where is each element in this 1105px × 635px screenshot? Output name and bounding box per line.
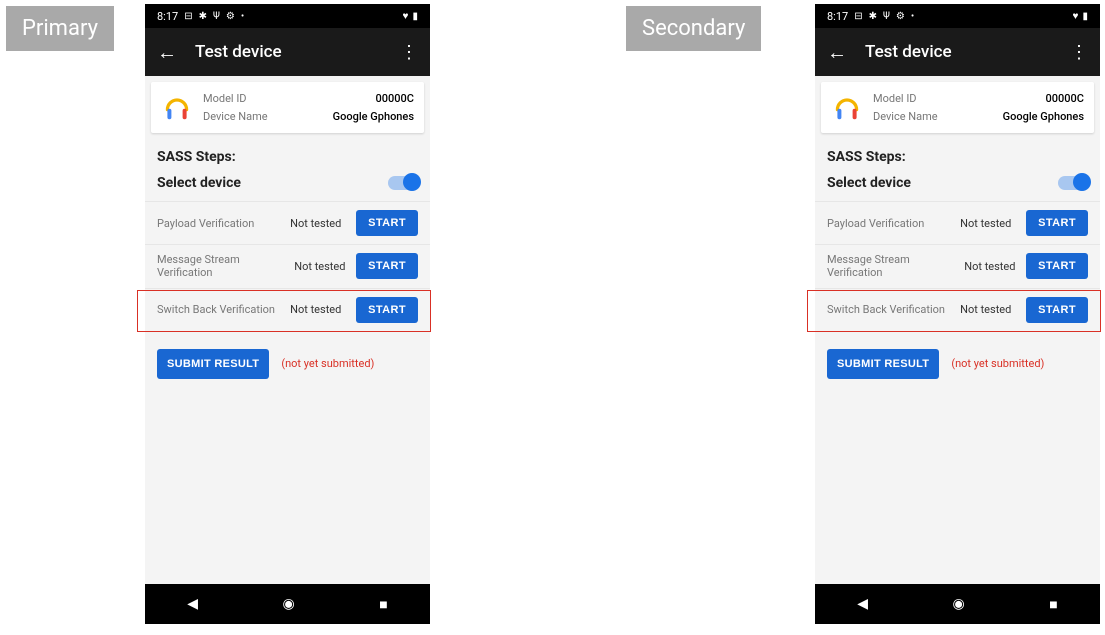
start-button[interactable]: START <box>356 297 418 323</box>
battery-icon: ▮ <box>1082 11 1088 22</box>
device-name-value: Google Gphones <box>333 108 414 126</box>
test-status: Not tested <box>294 260 350 273</box>
test-row-payload: Payload Verification Not tested START <box>145 201 430 244</box>
battery-icon: ▮ <box>412 11 418 22</box>
app-bar: ← Test device ⋮ <box>815 28 1100 76</box>
select-device-label: Select device <box>827 175 911 191</box>
model-id-label: Model ID <box>203 90 247 108</box>
nav-home-icon[interactable]: ◉ <box>283 596 295 612</box>
status-icon-3: Ψ <box>883 11 890 22</box>
status-icon-5: • <box>911 11 914 22</box>
nav-bar: ◀ ◉ ■ <box>145 584 430 624</box>
phone-secondary: 8:17 ⊟ ✱ Ψ ⚙ • ♥ ▮ ← Test device ⋮ Model… <box>815 4 1100 624</box>
status-icon-5: • <box>241 11 244 22</box>
device-name-value: Google Gphones <box>1003 108 1084 126</box>
select-device-row: Select device <box>815 169 1100 201</box>
start-button[interactable]: START <box>1026 253 1088 279</box>
app-bar-title: Test device <box>195 42 382 62</box>
test-name: Payload Verification <box>157 217 284 230</box>
test-row-switch-back: Switch Back Verification Not tested STAR… <box>815 288 1100 331</box>
headphones-icon <box>161 92 193 124</box>
wifi-icon: ♥ <box>1073 11 1079 22</box>
test-status: Not tested <box>290 217 350 230</box>
sass-heading-section: SASS Steps: <box>815 139 1100 169</box>
more-icon[interactable]: ⋮ <box>1070 42 1088 63</box>
start-button[interactable]: START <box>356 210 418 236</box>
submit-row: SUBMIT RESULT (not yet submitted) <box>815 331 1100 397</box>
nav-back-icon[interactable]: ◀ <box>857 596 868 612</box>
nav-recent-icon[interactable]: ■ <box>379 596 387 613</box>
test-status: Not tested <box>960 303 1020 316</box>
nav-recent-icon[interactable]: ■ <box>1049 596 1057 613</box>
status-time: 8:17 <box>827 10 848 23</box>
test-name: Message Stream Verification <box>827 253 958 279</box>
status-icon-4: ⚙ <box>896 11 905 22</box>
status-icon-4: ⚙ <box>226 11 235 22</box>
device-card: Model ID 00000C Device Name Google Gphon… <box>821 82 1094 133</box>
model-id-label: Model ID <box>873 90 917 108</box>
back-icon[interactable]: ← <box>157 40 177 65</box>
nav-back-icon[interactable]: ◀ <box>187 596 198 612</box>
select-device-toggle[interactable] <box>388 176 418 190</box>
model-id-value: 00000C <box>1046 90 1084 108</box>
back-icon[interactable]: ← <box>827 40 847 65</box>
status-time: 8:17 <box>157 10 178 23</box>
status-bar: 8:17 ⊟ ✱ Ψ ⚙ • ♥ ▮ <box>145 4 430 28</box>
submit-row: SUBMIT RESULT (not yet submitted) <box>145 331 430 397</box>
test-row-message-stream: Message Stream Verification Not tested S… <box>815 244 1100 287</box>
status-icon-3: Ψ <box>213 11 220 22</box>
status-bar: 8:17 ⊟ ✱ Ψ ⚙ • ♥ ▮ <box>815 4 1100 28</box>
device-name-label: Device Name <box>203 108 268 126</box>
sass-heading: SASS Steps: <box>157 149 418 165</box>
wifi-icon: ♥ <box>403 11 409 22</box>
status-icon-2: ✱ <box>869 11 877 22</box>
nav-bar: ◀ ◉ ■ <box>815 584 1100 624</box>
submit-result-button[interactable]: SUBMIT RESULT <box>827 349 939 379</box>
app-bar-title: Test device <box>865 42 1052 62</box>
model-id-value: 00000C <box>376 90 414 108</box>
secondary-label: Secondary <box>626 6 761 51</box>
app-bar: ← Test device ⋮ <box>145 28 430 76</box>
test-row-message-stream: Message Stream Verification Not tested S… <box>145 244 430 287</box>
status-icon-1: ⊟ <box>184 11 192 22</box>
test-status: Not tested <box>290 303 350 316</box>
test-row-switch-back: Switch Back Verification Not tested STAR… <box>145 288 430 331</box>
nav-home-icon[interactable]: ◉ <box>953 596 965 612</box>
start-button[interactable]: START <box>356 253 418 279</box>
test-name: Payload Verification <box>827 217 954 230</box>
primary-label: Primary <box>6 6 114 51</box>
status-icon-1: ⊟ <box>854 11 862 22</box>
sass-heading-section: SASS Steps: <box>145 139 430 169</box>
device-card: Model ID 00000C Device Name Google Gphon… <box>151 82 424 133</box>
select-device-toggle[interactable] <box>1058 176 1088 190</box>
phone-primary: 8:17 ⊟ ✱ Ψ ⚙ • ♥ ▮ ← Test device ⋮ Model… <box>145 4 430 624</box>
sass-heading: SASS Steps: <box>827 149 1088 165</box>
select-device-row: Select device <box>145 169 430 201</box>
headphones-icon <box>831 92 863 124</box>
submit-status: (not yet submitted) <box>281 357 374 370</box>
test-status: Not tested <box>964 260 1020 273</box>
submit-status: (not yet submitted) <box>951 357 1044 370</box>
more-icon[interactable]: ⋮ <box>400 42 418 63</box>
start-button[interactable]: START <box>1026 210 1088 236</box>
device-name-label: Device Name <box>873 108 938 126</box>
start-button[interactable]: START <box>1026 297 1088 323</box>
select-device-label: Select device <box>157 175 241 191</box>
test-row-payload: Payload Verification Not tested START <box>815 201 1100 244</box>
test-name: Switch Back Verification <box>827 303 954 316</box>
submit-result-button[interactable]: SUBMIT RESULT <box>157 349 269 379</box>
test-name: Message Stream Verification <box>157 253 288 279</box>
test-name: Switch Back Verification <box>157 303 284 316</box>
status-icon-2: ✱ <box>199 11 207 22</box>
test-status: Not tested <box>960 217 1020 230</box>
